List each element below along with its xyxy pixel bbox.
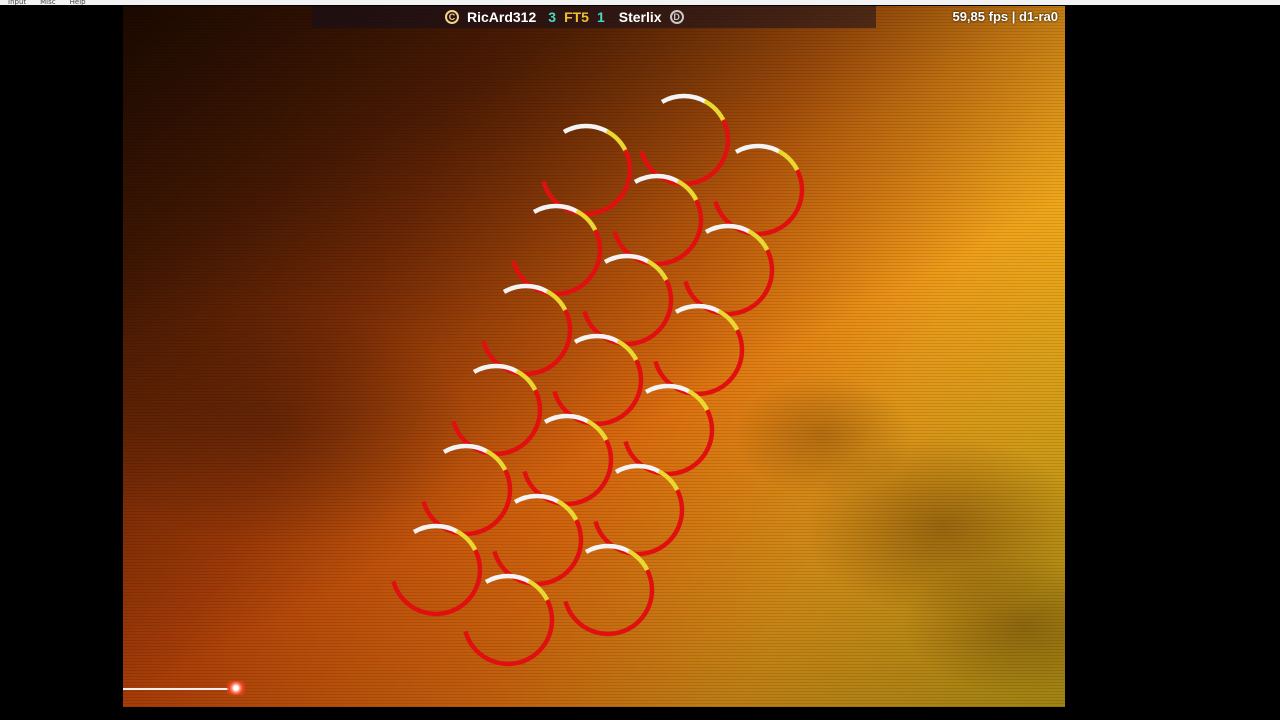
scoreboard: C RicArd312 3 FT5 1 Sterlix D: [445, 6, 684, 28]
menu-bar: Input Misc Help: [0, 0, 1280, 5]
song-progress-head[interactable]: [227, 681, 246, 695]
game-window: Input Misc Help C RicArd312 3 FT5 1 Ster…: [0, 0, 1280, 720]
player1-name: RicArd312: [467, 9, 537, 25]
player2-name: Sterlix: [618, 9, 662, 25]
menu-item-input[interactable]: Input: [8, 0, 26, 5]
match-format: FT5: [564, 9, 589, 25]
background-texture: [123, 6, 1065, 707]
menu-item-misc[interactable]: Misc: [40, 0, 55, 5]
player2-score: 1: [596, 9, 605, 25]
song-progress-track: [123, 688, 237, 690]
fps-counter: 59,85 fps | d1-ra0: [952, 9, 1058, 24]
menu-item-help[interactable]: Help: [70, 0, 86, 5]
player1-score: 3: [548, 9, 557, 25]
game-viewport[interactable]: [123, 6, 1065, 707]
d-circle-icon: D: [669, 10, 684, 24]
c-circle-icon: C: [445, 10, 459, 24]
